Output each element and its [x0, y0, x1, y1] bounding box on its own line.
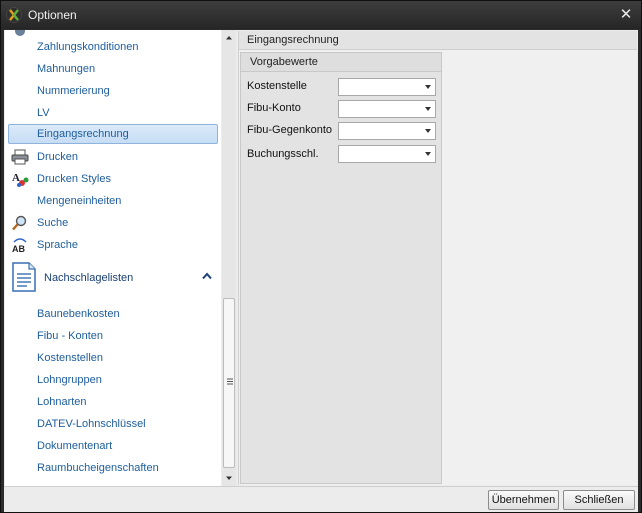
sidebar-item-label: Mengeneinheiten: [37, 195, 122, 207]
sidebar-item-label: Lohnarten: [37, 396, 87, 408]
sidebar-item-nummerierung[interactable]: Nummerierung: [8, 81, 218, 101]
fibu-konto-label: Fibu-Konto: [247, 102, 301, 114]
sidebar-scrollbar[interactable]: [222, 30, 236, 486]
sidebar-item-label: Baunebenkosten: [37, 308, 120, 320]
sidebar-item-lohnarten[interactable]: Lohnarten: [8, 392, 218, 412]
chevron-up-icon[interactable]: [202, 272, 212, 280]
sidebar-item-baunebenkosten[interactable]: Baunebenkosten: [8, 304, 218, 324]
fibu-gegenkonto-combobox[interactable]: [338, 122, 436, 140]
sidebar-item-drucken-styles[interactable]: A Drucken Styles: [8, 169, 218, 189]
sidebar-item-label: Sprache: [37, 239, 78, 251]
sidebar-item-label: Kostenstellen: [37, 352, 104, 364]
close-window-button[interactable]: ✕: [617, 6, 635, 24]
language-icon: AB: [12, 238, 27, 253]
sidebar-item-label: Eingangsrechnung: [37, 128, 129, 140]
apply-button[interactable]: Übernehmen: [488, 490, 559, 510]
sidebar-item-label: Fibu - Konten: [37, 330, 104, 342]
sidebar-item-label: LV: [37, 107, 50, 119]
printer-icon: [11, 149, 29, 165]
sidebar-item-raumbucheigenschaften[interactable]: Raumbucheigenschaften: [8, 458, 218, 478]
sidebar-item-zahlungskonditionen[interactable]: Zahlungskonditionen: [8, 37, 218, 57]
dialog-button-bar: Übernehmen Schließen: [4, 486, 638, 512]
buchungsschluessel-combobox[interactable]: [338, 145, 436, 163]
dropdown-arrow-icon: [425, 85, 431, 89]
dropdown-arrow-icon: [425, 107, 431, 111]
section-title: Nachschlagelisten: [44, 272, 134, 284]
magnifier-icon: [12, 215, 27, 231]
sidebar-item-fibu-konten[interactable]: Fibu - Konten: [8, 326, 218, 346]
sidebar-item-kostenstellen[interactable]: Kostenstellen: [8, 348, 218, 368]
sidebar-item-label: Drucken: [37, 151, 78, 163]
sidebar-item-label: Zahlungskonditionen: [37, 41, 139, 53]
options-navigation: Zahlungskonditionen Mahnungen Nummerieru…: [5, 30, 221, 486]
sidebar-item-label: Drucken Styles: [37, 173, 111, 185]
panel-title: Eingangsrechnung: [247, 34, 339, 46]
sidebar-item-label: Dokumentenart: [37, 440, 113, 452]
partial-top-icon-row: [8, 30, 218, 36]
dropdown-arrow-icon: [425, 152, 431, 156]
scroll-up-arrow-icon[interactable]: [222, 31, 236, 45]
svg-text:A: A: [12, 172, 20, 184]
sidebar-item-mengeneinheiten[interactable]: Mengeneinheiten: [8, 191, 218, 211]
grip-icon: [227, 378, 233, 385]
svg-text:AB: AB: [12, 244, 25, 253]
fibu-konto-combobox[interactable]: [338, 100, 436, 118]
window-title: Optionen: [28, 8, 77, 22]
scroll-down-arrow-icon[interactable]: [222, 471, 236, 485]
panel-header: Eingangsrechnung: [239, 31, 637, 50]
close-icon: ✕: [619, 6, 633, 23]
settings-panel: Eingangsrechnung Vorgabewerte Kostenstel…: [238, 31, 637, 485]
sidebar-item-mahnungen[interactable]: Mahnungen: [8, 59, 218, 79]
styles-icon: A: [12, 172, 29, 187]
sidebar-item-label: Lohngruppen: [37, 374, 102, 386]
kostenstelle-label: Kostenstelle: [247, 80, 307, 92]
sidebar-item-label: Suche: [37, 217, 69, 229]
defaults-group: Vorgabewerte Kostenstelle Fibu-Konto Fib…: [240, 52, 442, 484]
dialog-client-area: Zahlungskonditionen Mahnungen Nummerieru…: [4, 30, 638, 512]
sidebar-item-drucken[interactable]: Drucken: [8, 147, 218, 167]
title-bar[interactable]: Optionen ✕: [1, 1, 641, 29]
app-logo-icon: [6, 7, 22, 23]
section-header-nachschlagelisten[interactable]: Nachschlagelisten: [8, 260, 218, 296]
group-title: Vorgabewerte: [250, 56, 318, 68]
close-button[interactable]: Schließen: [563, 490, 635, 510]
buchungsschluessel-label: Buchungsschl.: [247, 148, 319, 160]
sidebar-item-sprache[interactable]: AB Sprache: [8, 235, 218, 255]
sidebar-item-label: Mahnungen: [37, 63, 96, 75]
sidebar-item-label: Raumbucheigenschaften: [37, 462, 159, 474]
sidebar-item-dokumentenart[interactable]: Dokumentenart: [8, 436, 218, 456]
options-window: Optionen ✕ Zahlungskonditionen Mahnungen…: [0, 0, 642, 513]
sidebar-item-suche[interactable]: Suche: [8, 213, 218, 233]
dropdown-arrow-icon: [425, 129, 431, 133]
sidebar-item-label: Nummerierung: [37, 85, 110, 97]
sidebar-item-eingangsrechnung[interactable]: Eingangsrechnung: [8, 124, 218, 144]
sidebar-item-label: DATEV-Lohnschlüssel: [37, 418, 146, 430]
document-icon: [12, 262, 36, 292]
scrollbar-thumb[interactable]: [223, 298, 235, 468]
group-header: Vorgabewerte: [241, 53, 441, 72]
sidebar-item-lohngruppen[interactable]: Lohngruppen: [8, 370, 218, 390]
sidebar-item-lv[interactable]: LV: [8, 103, 218, 123]
sidebar-item-datev-lohnschluessel[interactable]: DATEV-Lohnschlüssel: [8, 414, 218, 434]
kostenstelle-combobox[interactable]: [338, 78, 436, 96]
fibu-gegenkonto-label: Fibu-Gegenkonto: [247, 124, 332, 136]
